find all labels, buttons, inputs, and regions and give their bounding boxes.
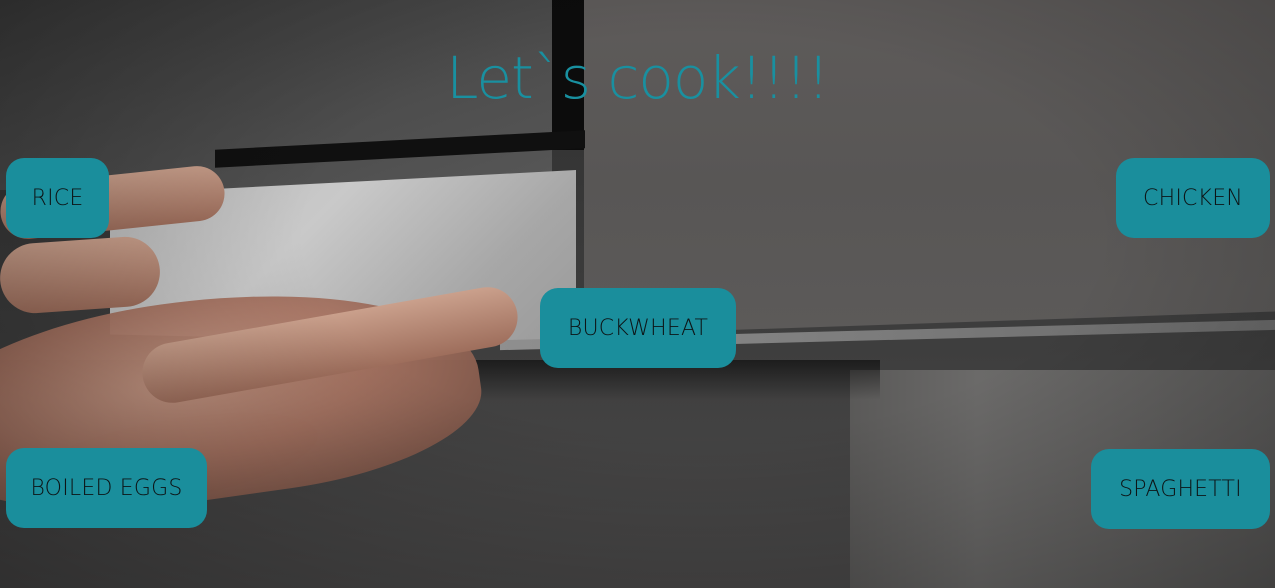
page: Let`s cook!!!! RICE CHICKEN BUCKWHEAT BO…: [0, 0, 1275, 588]
spaghetti-button[interactable]: SPAGHETTI: [1091, 449, 1270, 529]
page-title: Let`s cook!!!!: [446, 44, 830, 112]
chicken-button[interactable]: CHICKEN: [1116, 158, 1270, 238]
buckwheat-button[interactable]: BUCKWHEAT: [540, 288, 736, 368]
boiled-eggs-button[interactable]: BOILED EGGS: [6, 448, 207, 528]
rice-button[interactable]: RICE: [6, 158, 109, 238]
